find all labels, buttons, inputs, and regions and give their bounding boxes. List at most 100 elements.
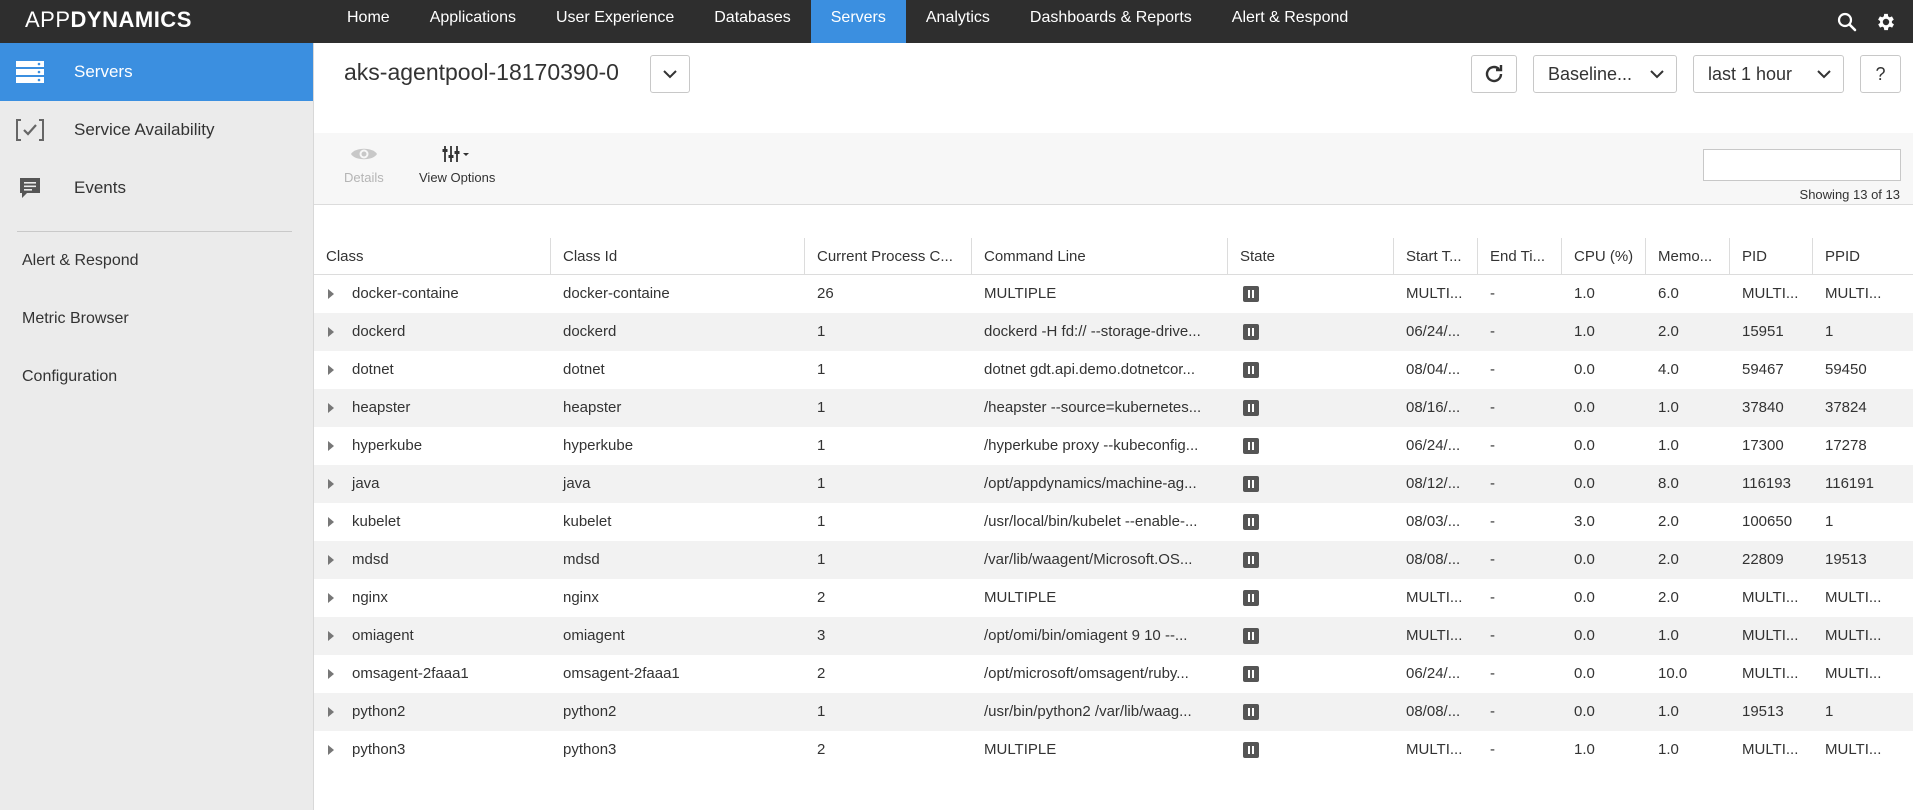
- cell-end: -: [1490, 551, 1495, 568]
- expand-caret-icon[interactable]: [328, 327, 334, 337]
- column-header-pid[interactable]: PID: [1730, 238, 1813, 274]
- expand-caret-icon[interactable]: [328, 745, 334, 755]
- cell-end: -: [1490, 627, 1495, 644]
- view-options-button[interactable]: View Options: [419, 145, 495, 185]
- cell-cpu: 0.0: [1574, 589, 1595, 606]
- cell-cls: omsagent-2faaa1: [314, 655, 551, 693]
- expand-caret-icon[interactable]: [328, 593, 334, 603]
- nav-user-experience[interactable]: User Experience: [536, 0, 694, 43]
- expand-caret-icon[interactable]: [328, 403, 334, 413]
- expand-caret-icon[interactable]: [328, 289, 334, 299]
- sidebar-item-events[interactable]: Events: [0, 159, 313, 217]
- expand-caret-icon[interactable]: [328, 365, 334, 375]
- sidebar-link-configuration[interactable]: Configuration: [0, 348, 313, 406]
- nav-alert-respond[interactable]: Alert & Respond: [1212, 0, 1369, 43]
- cell-ppid: MULTI...: [1825, 665, 1882, 682]
- events-icon: [0, 176, 74, 200]
- cell-cmd: MULTIPLE: [984, 589, 1057, 606]
- cell-state: [1228, 313, 1394, 351]
- cell-cnt: 2: [817, 741, 826, 758]
- nav-analytics[interactable]: Analytics: [906, 0, 1010, 43]
- table-row[interactable]: python2 python2 1/usr/bin/python2 /var/lib…: [314, 693, 1913, 731]
- cell-cnt: 1: [817, 513, 826, 530]
- main-content: aks-agentpool-18170390-0 Baseline... las…: [314, 43, 1913, 810]
- help-button[interactable]: ?: [1860, 55, 1901, 93]
- expand-caret-icon[interactable]: [328, 555, 334, 565]
- expand-caret-icon[interactable]: [328, 631, 334, 641]
- pause-icon: [1243, 628, 1259, 645]
- cell-state: [1228, 427, 1394, 465]
- cell-state: [1228, 275, 1394, 313]
- column-header-command-line[interactable]: Command Line: [972, 238, 1228, 274]
- column-header-end-time[interactable]: End Ti...: [1478, 238, 1562, 274]
- cell-cnt: 1: [817, 551, 826, 568]
- cell-cpu: 0.0: [1574, 399, 1595, 416]
- table-row[interactable]: python3 python3 2 MULTIPLE MULTI... - 1.0 1.0 MU…: [314, 731, 1913, 769]
- expand-caret-icon[interactable]: [328, 441, 334, 451]
- details-button[interactable]: Details: [344, 145, 384, 185]
- table-row[interactable]: java java 1/opt/appdynamics/machine-ag... 0…: [314, 465, 1913, 503]
- cell-cpu: 0.0: [1574, 361, 1595, 378]
- cell-cmd: MULTIPLE: [984, 741, 1057, 758]
- column-header-state[interactable]: State: [1228, 238, 1394, 274]
- column-header-cpu[interactable]: CPU (%): [1562, 238, 1646, 274]
- cell-pid: 17300: [1742, 437, 1784, 454]
- appdynamics-logo[interactable]: APPDYNAMICS: [25, 7, 192, 33]
- table-row[interactable]: heapster heapster 1/heapster --source=kube…: [314, 389, 1913, 427]
- expand-caret-icon[interactable]: [328, 517, 334, 527]
- pause-icon: [1243, 590, 1259, 607]
- sidebar-link-alert-respond[interactable]: Alert & Respond: [0, 232, 313, 290]
- expand-caret-icon[interactable]: [328, 669, 334, 679]
- sidebar-item-label: Events: [74, 178, 126, 197]
- table-row[interactable]: dotnet dotnet 1 dotnet gdt.api.demo.dotnetc…: [314, 351, 1913, 389]
- cell-mem: 1.0: [1658, 627, 1679, 644]
- cell-ppid: MULTI...: [1825, 741, 1882, 758]
- sidebar-link-metric-browser[interactable]: Metric Browser: [0, 290, 313, 348]
- cell-cpu: 1.0: [1574, 285, 1595, 302]
- table-row[interactable]: hyperkube hyperkube 1/hyperkube proxy --ku…: [314, 427, 1913, 465]
- search-icon[interactable]: [1837, 12, 1857, 32]
- table-row[interactable]: kubelet kubelet 1/usr/local/bin/kubelet --…: [314, 503, 1913, 541]
- time-range-dropdown[interactable]: last 1 hour: [1693, 55, 1844, 93]
- cell-cmd: /opt/microsoft/omsagent/ruby...: [984, 665, 1189, 682]
- column-header-class-id[interactable]: Class Id: [551, 238, 805, 274]
- processes-table: Class Class Id Current Process C... Comm…: [314, 238, 1913, 769]
- cell-start: MULTI...: [1406, 741, 1463, 758]
- nav-applications[interactable]: Applications: [410, 0, 536, 43]
- sidebar-item-servers[interactable]: Servers: [0, 43, 313, 101]
- column-header-memory[interactable]: Memo...: [1646, 238, 1730, 274]
- nav-databases[interactable]: Databases: [694, 0, 811, 43]
- cell-cls: dotnet: [314, 351, 551, 389]
- refresh-button[interactable]: [1471, 55, 1517, 93]
- nav-servers[interactable]: Servers: [810, 0, 906, 43]
- column-header-process-count[interactable]: Current Process C...: [805, 238, 972, 274]
- table-row[interactable]: docker-containe docker-containe 26 MULTIPLE…: [314, 275, 1913, 313]
- cell-cmd: /opt/appdynamics/machine-ag...: [984, 475, 1197, 492]
- cell-state: [1228, 731, 1394, 769]
- nav-home[interactable]: Home: [327, 0, 410, 43]
- cell-cid: nginx: [563, 589, 599, 606]
- server-select-dropdown[interactable]: [650, 55, 690, 93]
- table-row[interactable]: omsagent-2faaa1 omsagent-2faaa1 2/opt/micr…: [314, 655, 1913, 693]
- cell-cid: kubelet: [563, 513, 612, 530]
- expand-caret-icon[interactable]: [328, 479, 334, 489]
- cell-start: MULTI...: [1406, 589, 1463, 606]
- servers-icon: [0, 61, 74, 83]
- top-bar: APPDYNAMICS Home Applications User Exper…: [0, 0, 1913, 43]
- table-row[interactable]: omiagent omiagent 3/opt/omi/bin/omiagent 9…: [314, 617, 1913, 655]
- sidebar-item-service-availability[interactable]: Service Availability: [0, 101, 313, 159]
- column-header-ppid[interactable]: PPID: [1813, 238, 1913, 274]
- cell-cid: hyperkube: [563, 437, 634, 454]
- class-name: docker-containe: [352, 285, 459, 302]
- table-row[interactable]: nginx nginx 2 MULTIPLE MULTI... - 0.0 2.0 MULTI.…: [314, 579, 1913, 617]
- baseline-dropdown[interactable]: Baseline...: [1533, 55, 1677, 93]
- expand-caret-icon[interactable]: [328, 707, 334, 717]
- gear-icon[interactable]: [1875, 11, 1897, 33]
- column-header-start-time[interactable]: Start T...: [1394, 238, 1478, 274]
- cell-cls: omiagent: [314, 617, 551, 655]
- nav-dashboards-reports[interactable]: Dashboards & Reports: [1010, 0, 1212, 43]
- search-input[interactable]: [1719, 151, 1900, 179]
- column-header-class[interactable]: Class: [314, 238, 551, 274]
- table-row[interactable]: dockerd dockerd 1 dockerd -H fd:// --storag…: [314, 313, 1913, 351]
- table-row[interactable]: mdsd mdsd 1/var/lib/waagent/Microsoft.OS..…: [314, 541, 1913, 579]
